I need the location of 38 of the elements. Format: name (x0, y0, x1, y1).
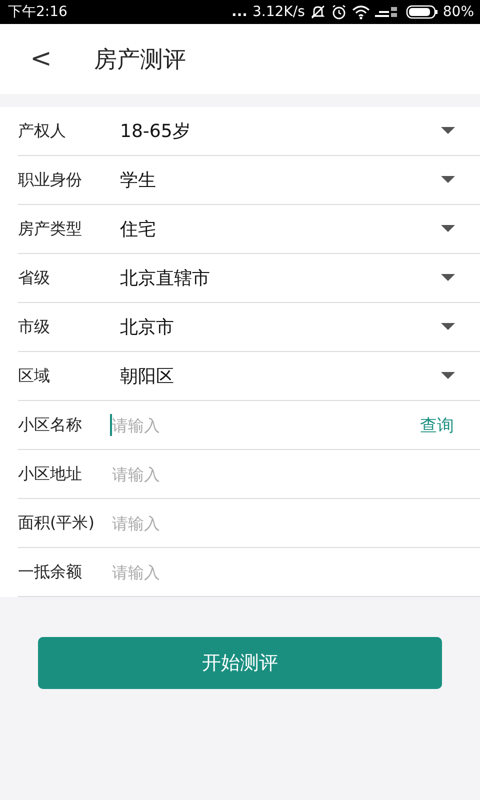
dropdown-value[interactable]: 住宅 (120, 217, 441, 241)
field-label: 面积(平米) (18, 512, 96, 534)
caret-icon[interactable] (441, 225, 455, 233)
back-button[interactable]: < (26, 44, 56, 74)
dropdown-value[interactable]: 朝阳区 (120, 364, 441, 388)
query-button[interactable]: 查询 (420, 414, 454, 436)
dropdown-value[interactable]: 学生 (120, 168, 441, 192)
input-field[interactable]: 请输入 (110, 414, 262, 436)
page-title: 房产测评 (94, 46, 186, 74)
status-dots: ... (232, 4, 248, 20)
battery-icon (406, 5, 438, 19)
field-label: 省级 (18, 268, 51, 288)
wifi-icon (352, 4, 370, 20)
field-label: 一抵余额 (18, 562, 83, 582)
mute-bell-icon (310, 4, 326, 20)
start-button[interactable]: 开始测评 (38, 637, 442, 689)
field-label: 区域 (18, 366, 51, 386)
field-label: 小区地址 (18, 464, 83, 484)
field-label: 产权人 (18, 120, 67, 142)
field-label: 小区名称 (18, 414, 83, 436)
input-field[interactable]: 请输入 (110, 512, 262, 534)
caret-icon[interactable] (441, 274, 455, 282)
field-label: 市级 (18, 316, 51, 338)
dropdown-value[interactable]: 北京市 (120, 315, 441, 339)
caret-icon[interactable] (441, 176, 455, 184)
field-label: 房产类型 (18, 218, 83, 240)
input-field[interactable]: 请输入 (110, 561, 262, 583)
alarm-icon (330, 4, 347, 20)
battery-percent: 80% (442, 4, 474, 20)
dropdown-value[interactable]: 18-65岁 (120, 119, 441, 143)
status-time: 下午2:16 (8, 3, 68, 21)
caret-icon[interactable] (441, 127, 455, 135)
caret-icon[interactable] (441, 323, 455, 331)
dropdown-value[interactable]: 北京直辖市 (120, 266, 441, 290)
network-speed: 3.12K/s (252, 4, 305, 20)
field-label: 职业身份 (18, 170, 83, 190)
input-field[interactable]: 请输入 (110, 463, 262, 485)
caret-icon[interactable] (441, 372, 455, 380)
